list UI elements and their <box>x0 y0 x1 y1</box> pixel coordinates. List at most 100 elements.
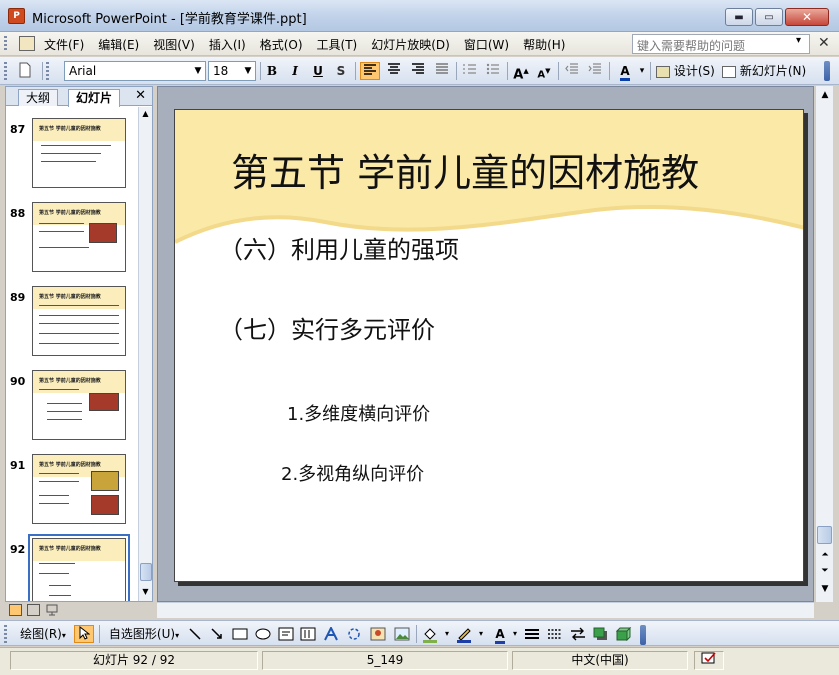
new-document-icon[interactable] <box>16 62 34 80</box>
slide-body-line[interactable]: （七）实行多元评价 <box>219 310 435 345</box>
justify-button[interactable] <box>432 62 452 80</box>
horizontal-scrollbar[interactable] <box>157 602 814 618</box>
scroll-thumb[interactable] <box>817 526 832 544</box>
font-name-combo[interactable]: Arial ▼ <box>64 61 206 81</box>
maximize-button[interactable]: ▭ <box>755 8 783 26</box>
next-slide-icon[interactable]: ⏷ <box>818 564 832 578</box>
vertical-textbox-icon[interactable] <box>300 627 316 644</box>
scroll-up-icon[interactable]: ▲ <box>139 107 152 121</box>
slideshow-view-icon[interactable] <box>45 604 58 616</box>
clipart-icon[interactable] <box>370 627 386 644</box>
draw-font-color-icon[interactable]: A <box>490 625 510 644</box>
menu-insert[interactable]: 插入(I) <box>209 36 246 53</box>
toolbar-options-icon[interactable] <box>824 61 830 81</box>
shadow-button[interactable]: S <box>333 62 349 80</box>
thumbnail-row[interactable]: 90 第五节 学前儿童的因材施教 <box>6 363 138 440</box>
dash-style-icon[interactable] <box>547 627 563 644</box>
toolbar-options-icon[interactable] <box>640 625 646 645</box>
align-left-button[interactable] <box>360 62 380 80</box>
document-close-icon[interactable]: ✕ <box>818 35 830 51</box>
chevron-down-icon[interactable]: ▼ <box>191 62 205 80</box>
arrow-tool-icon[interactable] <box>210 627 224 644</box>
autoshapes-button[interactable]: 自选图形(U)▾ <box>104 625 184 643</box>
chevron-down-icon[interactable]: ▼ <box>241 62 255 80</box>
menu-edit[interactable]: 编辑(E) <box>98 36 139 53</box>
help-dropdown-icon[interactable]: ▾ <box>796 35 801 46</box>
3d-style-icon[interactable] <box>615 626 632 644</box>
slide-thumbnail-selected[interactable]: 第五节 学前儿童的因材施教 <box>28 534 130 601</box>
scroll-thumb[interactable] <box>140 563 152 581</box>
increase-indent-icon[interactable] <box>585 62 605 80</box>
slide-thumbnail[interactable]: 第五节 学前儿童的因材施教 <box>32 118 126 188</box>
menu-file[interactable]: 文件(F) <box>44 36 84 53</box>
previous-slide-icon[interactable]: ⏶ <box>818 548 832 562</box>
scroll-down-icon[interactable]: ▼ <box>139 585 152 599</box>
menu-format[interactable]: 格式(O) <box>260 36 303 53</box>
slide-sorter-icon[interactable] <box>27 604 40 616</box>
align-right-button[interactable] <box>408 62 428 80</box>
draw-menu-button[interactable]: 绘图(R)▾ <box>14 625 72 643</box>
arrow-style-icon[interactable] <box>570 627 586 644</box>
diagram-icon[interactable] <box>346 627 362 644</box>
insert-picture-icon[interactable] <box>394 627 410 644</box>
pane-close-icon[interactable]: ✕ <box>135 88 146 103</box>
align-center-button[interactable] <box>384 62 404 80</box>
font-color-dropdown-icon[interactable]: ▾ <box>637 62 647 80</box>
toolbar-grip-icon[interactable] <box>4 36 7 52</box>
slide-thumbnail[interactable]: 第五节 学前儿童的因材施教 <box>32 202 126 272</box>
powerpoint-app-icon[interactable]: P <box>8 8 25 24</box>
slide-body-subline[interactable]: 1.多维度横向评价 <box>287 400 430 426</box>
help-search-input[interactable]: 键入需要帮助的问题 <box>632 34 810 54</box>
toolbar-grip-icon[interactable] <box>46 62 49 80</box>
new-slide-button[interactable]: 新幻灯片(N) <box>722 62 810 80</box>
draw-font-color-dropdown-icon[interactable]: ▾ <box>510 625 520 643</box>
font-size-combo[interactable]: 18 ▼ <box>208 61 256 81</box>
rectangle-tool-icon[interactable] <box>232 627 248 644</box>
normal-view-icon[interactable] <box>9 604 22 616</box>
slide-body-line[interactable]: （六）利用儿童的强项 <box>219 230 459 265</box>
tab-slides[interactable]: 幻灯片 <box>68 89 121 107</box>
thumbnail-row[interactable]: 91 第五节 学前儿童的因材施教 <box>6 447 138 524</box>
underline-button[interactable]: U <box>310 62 326 80</box>
toolbar-grip-icon[interactable] <box>4 62 7 80</box>
scroll-up-icon[interactable]: ▲ <box>818 88 832 102</box>
design-button[interactable]: 设计(S) <box>656 62 716 80</box>
fill-color-dropdown-icon[interactable]: ▾ <box>442 625 452 643</box>
tab-outline[interactable]: 大纲 <box>18 89 59 106</box>
document-menu-icon[interactable] <box>19 36 35 51</box>
toolbar-grip-icon[interactable] <box>4 625 7 643</box>
oval-tool-icon[interactable] <box>255 627 271 644</box>
menu-window[interactable]: 窗口(W) <box>464 36 509 53</box>
thumbnail-row[interactable]: 92 第五节 学前儿童的因材施教 <box>6 531 138 601</box>
menu-view[interactable]: 视图(V) <box>153 36 195 53</box>
select-objects-icon[interactable] <box>74 625 94 643</box>
minimize-button[interactable]: ▬ <box>725 8 753 26</box>
wordart-icon[interactable] <box>323 625 339 644</box>
line-color-icon[interactable] <box>456 627 474 646</box>
spelling-status-icon[interactable] <box>694 651 724 670</box>
slide-title[interactable]: 第五节 学前儿童的因材施教 <box>231 142 699 197</box>
slide-body-subline[interactable]: 2.多视角纵向评价 <box>281 460 424 486</box>
thumbnail-row[interactable]: 89 第五节 学前儿童的因材施教 <box>6 279 138 356</box>
italic-button[interactable]: I <box>287 62 303 80</box>
current-slide[interactable]: 第五节 学前儿童的因材施教 （六）利用儿童的强项 （七）实行多元评价 1.多维度… <box>174 109 804 582</box>
thumbnail-row[interactable]: 87 第五节 学前儿童的因材施教 <box>6 111 138 188</box>
slide-scrollbar[interactable]: ▲ ⏶ ⏷ ▼ <box>815 86 833 602</box>
shadow-style-icon[interactable] <box>593 627 609 644</box>
textbox-tool-icon[interactable] <box>278 627 294 644</box>
decrease-indent-icon[interactable] <box>562 62 582 80</box>
bullets-button[interactable] <box>483 62 503 80</box>
slide-thumbnail[interactable]: 第五节 学前儿童的因材施教 <box>32 370 126 440</box>
fill-color-icon[interactable] <box>422 627 440 646</box>
numbering-button[interactable] <box>460 62 480 80</box>
line-style-icon[interactable] <box>524 627 540 644</box>
menu-help[interactable]: 帮助(H) <box>523 36 565 53</box>
increase-font-icon[interactable]: A▲ <box>511 62 531 82</box>
slide-thumbnail[interactable]: 第五节 学前儿童的因材施教 <box>32 454 126 524</box>
menu-tools[interactable]: 工具(T) <box>317 36 358 53</box>
menu-slideshow[interactable]: 幻灯片放映(D) <box>371 36 450 53</box>
decrease-font-icon[interactable]: A▼ <box>534 62 554 80</box>
slide-thumbnail[interactable]: 第五节 学前儿童的因材施教 <box>32 286 126 356</box>
font-color-icon[interactable]: A <box>614 62 636 81</box>
line-color-dropdown-icon[interactable]: ▾ <box>476 625 486 643</box>
